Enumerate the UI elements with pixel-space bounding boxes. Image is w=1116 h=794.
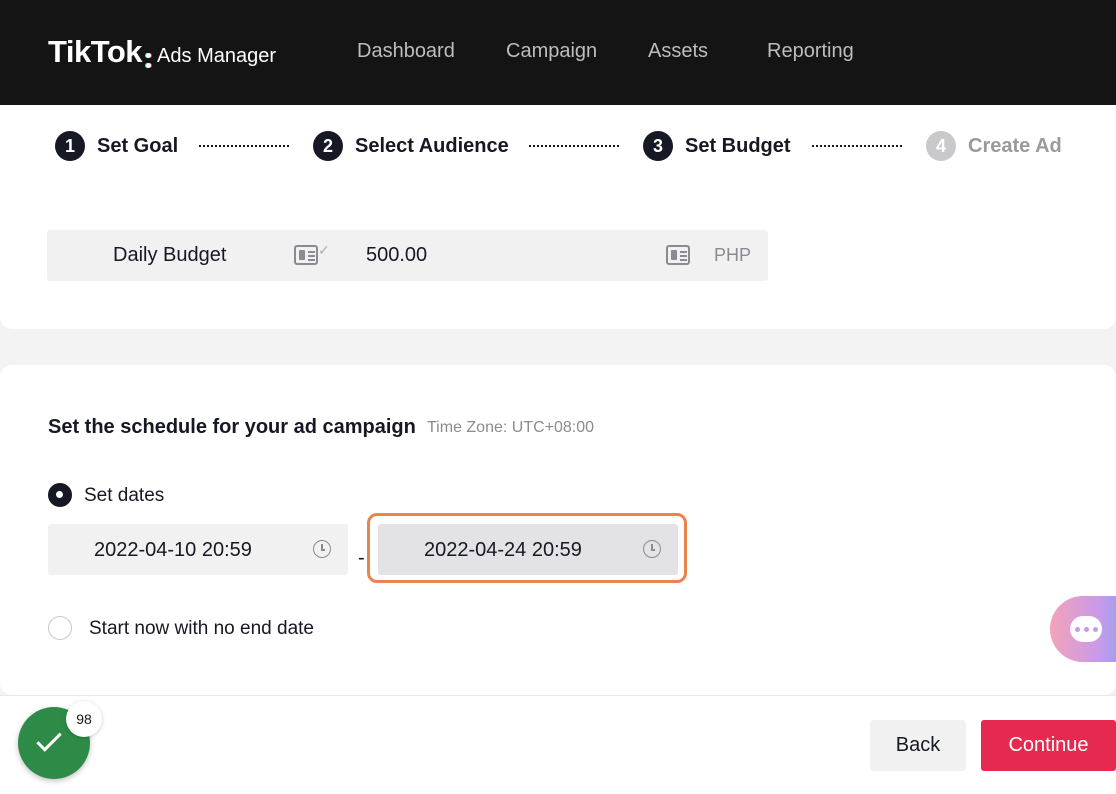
id-card-icon	[666, 245, 690, 265]
currency-label: PHP	[713, 245, 751, 265]
nav-reporting[interactable]: Reporting	[767, 40, 854, 63]
id-card-icon	[294, 245, 318, 265]
chat-support-button[interactable]	[1050, 596, 1116, 662]
step-divider	[199, 145, 289, 147]
step-number: 1	[55, 131, 85, 161]
end-date-input[interactable]: 2022-04-24 20:59	[378, 524, 678, 575]
step-divider	[812, 145, 902, 147]
continue-button[interactable]: Continue	[981, 720, 1116, 771]
brand-name: TikTok	[48, 34, 143, 69]
logo-colon-mark	[146, 53, 152, 68]
step-select-audience[interactable]: 2 Select Audience	[313, 131, 509, 161]
step-label: Set Goal	[97, 134, 179, 157]
step-label: Create Ad	[968, 134, 1062, 157]
step-label: Set Budget	[685, 134, 791, 157]
badge-count: 98	[66, 701, 102, 737]
start-date-input[interactable]: 2022-04-10 20:59	[48, 524, 348, 575]
set-dates-label[interactable]: Set dates	[84, 485, 164, 507]
set-dates-radio[interactable]	[48, 483, 72, 507]
date-range-separator: -	[358, 547, 365, 569]
step-number: 3	[643, 131, 673, 161]
checkmark-icon	[36, 726, 62, 752]
start-date-value: 2022-04-10 20:59	[94, 539, 252, 561]
checkmark-icon: ✓	[318, 242, 330, 258]
no-end-date-label[interactable]: Start now with no end date	[89, 618, 314, 640]
clock-icon	[643, 540, 661, 558]
budget-amount-input[interactable]: 500.00	[366, 244, 427, 267]
schedule-panel: Set the schedule for your ad campaign Ti…	[0, 365, 1116, 695]
budget-panel: 1 Set Goal 2 Select Audience 3 Set Budge…	[0, 105, 1116, 329]
top-navigation-bar: TikTok Ads Manager Dashboard Campaign As…	[0, 0, 1116, 105]
back-button[interactable]: Back	[870, 720, 966, 771]
chat-icon	[1070, 616, 1102, 642]
nav-dashboard[interactable]: Dashboard	[357, 40, 455, 63]
schedule-title: Set the schedule for your ad campaign	[48, 416, 416, 438]
nav-campaign[interactable]: Campaign	[506, 40, 597, 63]
brand-subtitle: Ads Manager	[157, 45, 277, 67]
step-divider	[529, 145, 619, 147]
end-date-value: 2022-04-24 20:59	[424, 539, 582, 561]
step-create-ad[interactable]: 4 Create Ad	[926, 131, 1062, 161]
step-number: 2	[313, 131, 343, 161]
timezone-label: Time Zone: UTC+08:00	[427, 419, 595, 436]
step-set-budget[interactable]: 3 Set Budget	[643, 131, 791, 161]
step-set-goal[interactable]: 1 Set Goal	[55, 131, 178, 161]
budget-type-select[interactable]: Daily Budget	[113, 244, 226, 267]
clock-icon	[313, 540, 331, 558]
nav-assets[interactable]: Assets	[648, 40, 708, 63]
tiktok-ads-manager-logo[interactable]: TikTok Ads Manager	[48, 34, 276, 72]
no-end-date-radio[interactable]	[48, 616, 72, 640]
footer-actions: Back Continue	[0, 695, 1116, 794]
daily-budget-field: Daily Budget ✓ 500.00 PHP	[47, 230, 768, 281]
step-number: 4	[926, 131, 956, 161]
step-label: Select Audience	[355, 134, 509, 157]
